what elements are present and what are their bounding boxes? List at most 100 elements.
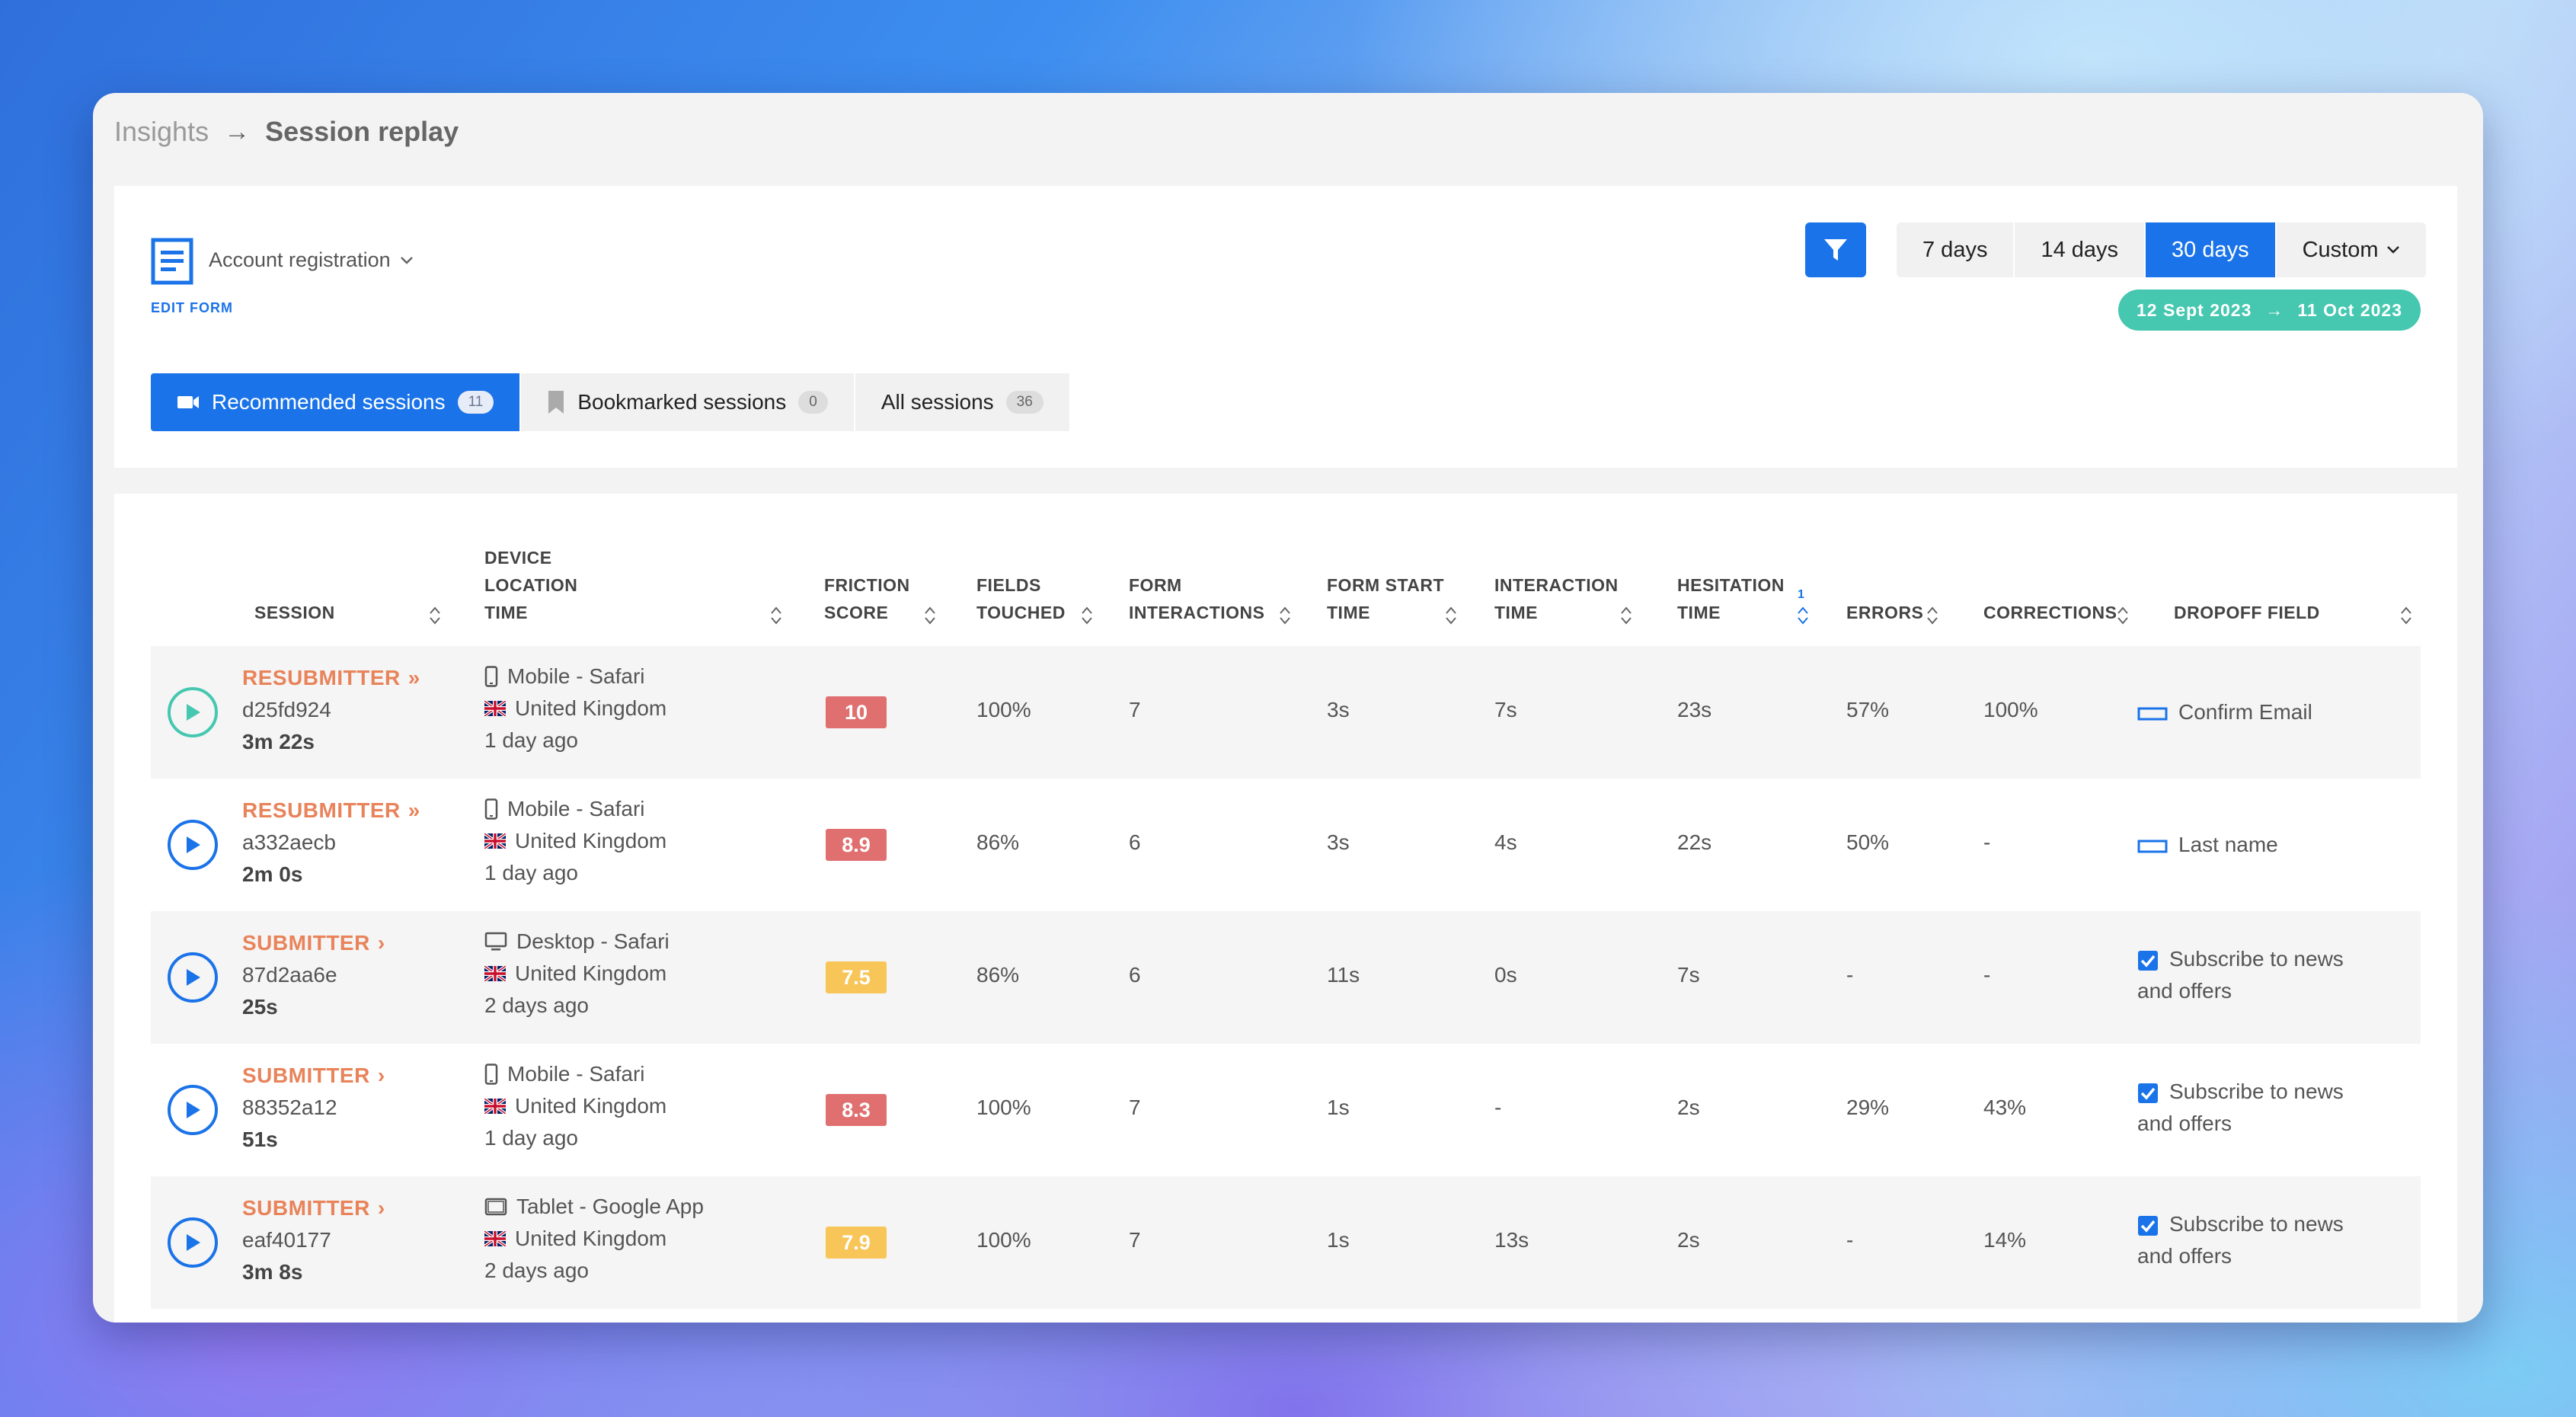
location-info: United Kingdom [484, 961, 666, 986]
fields-touched: 100% [976, 698, 1031, 721]
errors: - [1846, 1228, 1854, 1252]
sort-icon[interactable] [923, 605, 937, 626]
filter-icon [1824, 239, 1847, 261]
dropoff-field-label: Confirm Email [2178, 700, 2312, 724]
location-info: United Kingdom [484, 1227, 666, 1251]
column-header: SESSION [254, 599, 335, 626]
device-label: Mobile - Safari [507, 797, 645, 820]
fields-touched: 100% [976, 1096, 1031, 1119]
column-header-line: TIME [1677, 603, 1721, 622]
play-button[interactable] [168, 1217, 218, 1268]
play-icon [187, 704, 200, 721]
session-id: d25fd924 [242, 698, 331, 721]
form-start-time: 1s [1327, 1228, 1350, 1252]
session-time: 2 days ago [484, 1259, 589, 1282]
column-header-line: FIELDS [976, 575, 1041, 595]
tab-label: Bookmarked sessions [577, 390, 787, 414]
play-icon [187, 836, 200, 853]
form-selector[interactable]: Account registration [209, 248, 414, 272]
column-header: FIELDS TOUCHED [976, 571, 1066, 626]
device-info: Tablet - Google App [484, 1195, 704, 1219]
tab-recommended-sessions[interactable]: Recommended sessions 11 [151, 373, 522, 431]
play-button[interactable] [168, 687, 218, 737]
table-row[interactable]: SUBMITTER › 88352a12 51s Mobile - Safari Unit… [151, 1044, 2421, 1176]
session-type: SUBMITTER › [242, 931, 385, 955]
device-label: Desktop - Safari [516, 929, 670, 953]
interaction-time: - [1494, 1096, 1502, 1119]
column-header-line: INTERACTION [1494, 575, 1619, 595]
chevron-down-icon [400, 256, 413, 264]
text-input-icon [2137, 707, 2168, 721]
errors: 29% [1846, 1096, 1890, 1119]
date-start: 12 Sept 2023 [2137, 299, 2252, 320]
dropoff-field-label: Subscribe to news and offers [2137, 1080, 2344, 1135]
sort-icon[interactable] [1080, 605, 1094, 626]
play-button[interactable] [168, 952, 218, 1003]
column-header-line: FORM [1129, 575, 1182, 595]
play-button[interactable] [168, 1085, 218, 1135]
mobile-phone-icon [484, 1064, 498, 1085]
column-header: DEVICE LOCATION TIME [484, 544, 577, 626]
range-label: 14 days [2041, 237, 2119, 262]
edit-form-link[interactable]: EDIT FORM [151, 300, 233, 316]
filter-button[interactable] [1805, 222, 1866, 277]
play-button[interactable] [168, 820, 218, 870]
sort-icon[interactable] [1926, 605, 1939, 626]
sort-icon[interactable] [1796, 605, 1810, 626]
sort-icon[interactable] [2399, 605, 2413, 626]
chevron-right-icon: › [377, 931, 385, 955]
hesitation-time: 2s [1677, 1096, 1700, 1119]
tab-count-badge: 11 [457, 391, 494, 414]
session-tabs: Recommended sessions 11 Bookmarked sessi… [151, 373, 1069, 431]
tab-bookmarked-sessions[interactable]: Bookmarked sessions 0 [521, 373, 855, 431]
location-label: United Kingdom [515, 961, 667, 985]
checkbox-icon [2138, 1083, 2158, 1103]
checkbox-icon [2138, 950, 2158, 971]
sort-icon[interactable] [1278, 605, 1292, 626]
bookmark-icon [548, 391, 564, 414]
session-duration: 2m 0s [242, 862, 303, 886]
form-start-time: 3s [1327, 698, 1350, 721]
session-type-label: SUBMITTER [242, 1196, 370, 1220]
table-row[interactable]: SUBMITTER › eaf40177 3m 8s Tablet - Google A… [151, 1176, 2421, 1309]
corrections: - [1983, 830, 1991, 854]
location-label: United Kingdom [515, 1094, 667, 1118]
friction-score-badge: 10 [826, 696, 887, 728]
date-range-badge: 12 Sept 2023 → 11 Oct 2023 [2118, 289, 2421, 331]
column-header-line: SCORE [824, 603, 889, 622]
play-icon [187, 969, 200, 986]
table-row[interactable]: SUBMITTER › 87d2aa6e 25s Desktop - Safari Uni… [151, 911, 2421, 1044]
dropoff-field: Subscribe to news and offers [2137, 943, 2381, 1007]
range-7-days-button[interactable]: 7 days [1897, 222, 2015, 277]
column-header-line: ERRORS [1846, 603, 1924, 622]
range-custom-button[interactable]: Custom [2276, 222, 2426, 277]
table-row[interactable]: RESUBMITTER » d25fd924 3m 22s Mobile - Safar… [151, 646, 2421, 779]
interaction-time: 7s [1494, 698, 1517, 721]
sort-icon[interactable] [769, 605, 783, 626]
session-time: 1 day ago [484, 1126, 578, 1150]
column-header: FORM START TIME [1327, 571, 1444, 626]
dropoff-field: Subscribe to news and offers [2137, 1076, 2381, 1140]
interaction-time: 13s [1494, 1228, 1529, 1252]
sort-icon[interactable] [1619, 605, 1633, 626]
session-type-label: RESUBMITTER [242, 666, 401, 689]
session-duration: 3m 8s [242, 1260, 303, 1284]
breadcrumb-insights-link[interactable]: Insights [114, 116, 209, 148]
column-header-line: DROPOFF FIELD [2174, 603, 2320, 622]
hesitation-time: 2s [1677, 1228, 1700, 1252]
session-id: a332aecb [242, 830, 337, 854]
tab-label: Recommended sessions [212, 390, 446, 414]
session-type-label: RESUBMITTER [242, 798, 401, 822]
column-header-line: FORM START [1327, 575, 1445, 595]
range-14-days-button[interactable]: 14 days [2015, 222, 2146, 277]
sort-icon[interactable] [2116, 605, 2130, 626]
sort-icon[interactable] [1444, 605, 1458, 626]
session-type: RESUBMITTER » [242, 666, 420, 690]
tab-all-sessions[interactable]: All sessions 36 [855, 373, 1069, 431]
corrections: 14% [1983, 1228, 2027, 1252]
table-row[interactable]: RESUBMITTER» a332aecb 2m 0s Mobile - Safari… [151, 779, 2421, 911]
range-30-days-button[interactable]: 30 days [2146, 222, 2277, 277]
interaction-time: 4s [1494, 830, 1517, 854]
sort-icon[interactable] [428, 605, 442, 626]
device-info: Mobile - Safari [484, 1062, 645, 1086]
